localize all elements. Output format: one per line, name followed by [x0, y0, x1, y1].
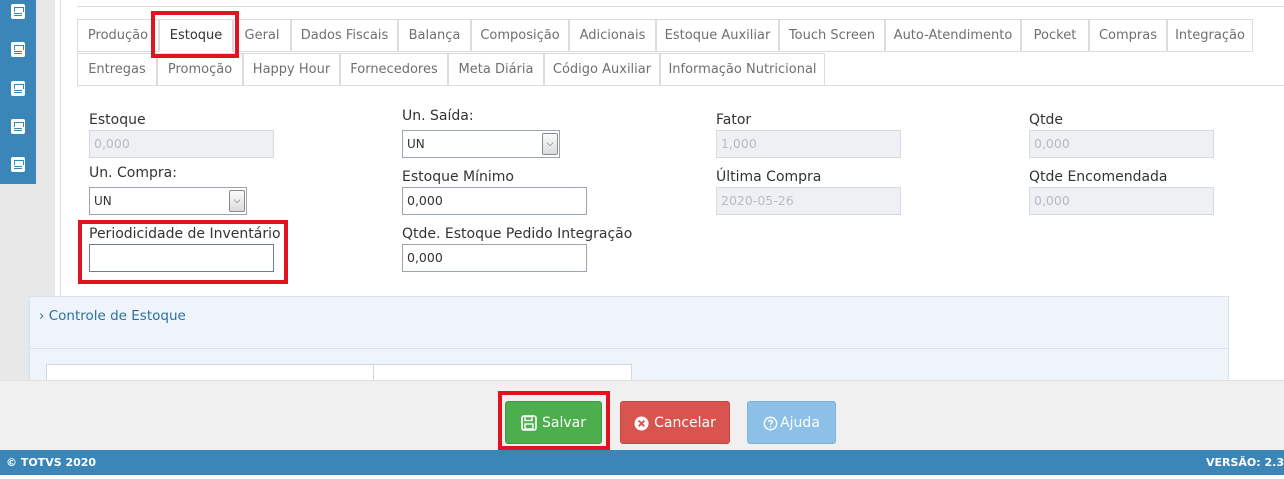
un-compra-value: UN: [94, 194, 112, 208]
qtde-estoque-pedido-label: Qtde. Estoque Pedido Integração: [402, 226, 633, 242]
tab-producao[interactable]: Produção: [77, 19, 159, 52]
sidebar-doc-icon[interactable]: [11, 42, 25, 57]
cancel-icon: [634, 415, 649, 431]
select-arrow-icon[interactable]: ⌵: [542, 133, 558, 155]
left-icon-strip: [0, 0, 36, 184]
controle-estoque-label: Controle de Estoque: [48, 308, 186, 324]
estoque-field: 0,000: [89, 130, 274, 158]
chevron-right-icon: ›: [39, 308, 45, 324]
tab-geral[interactable]: Geral: [233, 19, 291, 52]
select-arrow-icon[interactable]: ⌵: [229, 190, 245, 212]
estoque-minimo-input[interactable]: 0,000: [402, 187, 587, 215]
fator-field: 1,000: [716, 130, 901, 158]
tab-meta-diaria[interactable]: Meta Diária: [448, 53, 544, 86]
tab-informacao-nutricional[interactable]: Informação Nutricional: [660, 53, 825, 86]
controle-estoque-section: › Controle de Estoque: [29, 296, 1229, 395]
tab-touch-screen[interactable]: Touch Screen: [779, 19, 885, 52]
tab-composicao[interactable]: Composição: [471, 19, 569, 52]
tab-happy-hour[interactable]: Happy Hour: [243, 53, 340, 86]
tab-entregas[interactable]: Entregas: [77, 53, 157, 86]
copyright-text: © TOTVS 2020: [6, 456, 97, 469]
controle-estoque-header[interactable]: › Controle de Estoque: [30, 297, 1228, 349]
tab-estoque-auxiliar[interactable]: Estoque Auxiliar: [656, 19, 779, 52]
ultima-compra-field: 2020-05-26: [716, 187, 901, 215]
tab-adicionais[interactable]: Adicionais: [569, 19, 656, 52]
sidebar-doc-icon[interactable]: [11, 4, 25, 19]
qtde-label: Qtde: [1029, 112, 1064, 128]
estoque-minimo-label: Estoque Mínimo: [402, 169, 514, 185]
un-compra-label: Un. Compra:: [89, 165, 177, 181]
cancel-label: Cancelar: [654, 415, 716, 431]
qtde-encomendada-label: Qtde Encomendada: [1029, 169, 1168, 185]
help-label: Ajuda: [780, 415, 820, 431]
highlight-periodicidade: [78, 220, 288, 284]
tab-pocket[interactable]: Pocket: [1021, 19, 1089, 52]
tab-auto-atendimento[interactable]: Auto-Atendimento: [885, 19, 1021, 52]
estoque-label: Estoque: [89, 112, 146, 128]
help-icon: [763, 416, 778, 430]
un-saida-value: UN: [407, 137, 425, 151]
highlight-save-button: [498, 391, 610, 450]
highlight-estoque-tab: [151, 11, 239, 58]
tab-fornecedores[interactable]: Fornecedores: [340, 53, 448, 86]
cancel-button[interactable]: Cancelar: [620, 401, 730, 444]
panel-divider: [77, 6, 1284, 7]
qtde-estoque-pedido-input[interactable]: 0,000: [402, 244, 587, 272]
fator-label: Fator: [716, 112, 752, 128]
tab-balanca[interactable]: Balança: [398, 19, 471, 52]
tab-codigo-auxiliar[interactable]: Código Auxiliar: [544, 53, 660, 86]
action-bar: Salvar Cancelar Ajuda: [0, 380, 1284, 450]
ultima-compra-label: Última Compra: [716, 169, 822, 185]
controle-estoque-title[interactable]: › Controle de Estoque: [39, 308, 186, 324]
version-text: VERSÃO: 2.3: [1206, 456, 1284, 469]
tab-compras[interactable]: Compras: [1089, 19, 1167, 52]
tab-integracao[interactable]: Integração: [1167, 19, 1253, 52]
sidebar-doc-icon[interactable]: [11, 119, 25, 134]
sidebar-doc-icon[interactable]: [11, 81, 25, 96]
un-saida-label: Un. Saída:: [402, 108, 474, 124]
help-button[interactable]: Ajuda: [747, 401, 836, 444]
sidebar-doc-icon[interactable]: [11, 157, 25, 172]
un-saida-select[interactable]: UN ⌵: [402, 130, 560, 158]
tab-dados-fiscais[interactable]: Dados Fiscais: [291, 19, 398, 52]
qtde-field: 0,000: [1029, 130, 1214, 158]
un-compra-select[interactable]: UN ⌵: [89, 187, 247, 215]
tabs-divider: [77, 85, 1284, 86]
status-bar: © TOTVS 2020 VERSÃO: 2.3: [0, 450, 1284, 475]
qtde-encomendada-field: 0,000: [1029, 187, 1214, 215]
